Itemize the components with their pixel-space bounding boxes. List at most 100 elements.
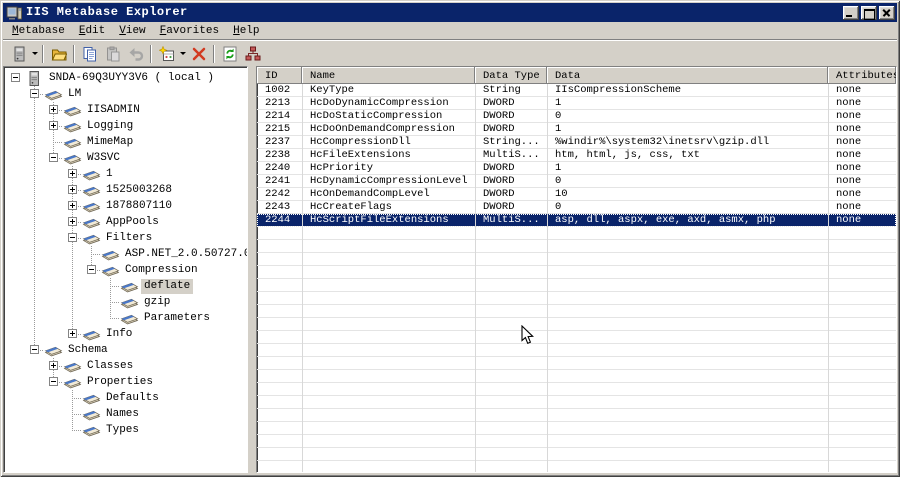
tree-guide [25,150,44,166]
tree-item-mimemap[interactable]: MimeMap [6,134,247,150]
table-row[interactable]: 2214 HcDoStaticCompression DWORD 0 none [257,110,896,123]
column-header-data-type[interactable]: Data Type [475,67,547,84]
tree-guide [25,214,44,230]
table-cell: 2215 [265,123,291,135]
table-cell: 2241 [265,175,291,187]
paste-button[interactable] [101,43,124,65]
panel-splitter[interactable] [248,66,256,473]
expander-minus-icon[interactable] [11,73,20,82]
tree-guide [6,390,25,406]
tree-guide [82,294,101,310]
column-header-name[interactable]: Name [302,67,475,84]
tree-item-logging[interactable]: Logging [6,118,247,134]
tree-item-asp-net-2-0-50727-0[interactable]: ASP.NET_2.0.50727.0 [6,246,247,262]
tree-guide [25,230,44,246]
tree-item-defaults[interactable]: Defaults [6,390,247,406]
undo-button[interactable] [124,43,147,65]
table-row[interactable]: 2238 HcFileExtensions MultiS... htm, html, … [257,149,896,162]
table-cell: asp, dll, aspx, exe, axd, asmx, php [555,214,776,226]
tree-connector [101,310,120,326]
tree-item-iisadmin[interactable]: IISADMIN [6,102,247,118]
column-header-data[interactable]: Data [547,67,828,84]
table-row[interactable]: 2243 HcCreateFlags DWORD 0 none [257,201,896,214]
tree-item-gzip[interactable]: gzip [6,294,247,310]
expander-minus-icon[interactable] [68,233,77,242]
column-header-attributes[interactable]: Attributes [828,67,896,84]
tree-guide [6,198,25,214]
tree-guide [25,134,44,150]
expander-plus-icon[interactable] [68,185,77,194]
menu-edit[interactable]: Edit [72,23,112,40]
expander-plus-icon[interactable] [68,201,77,210]
connect-button[interactable] [7,43,30,65]
tree-item-1[interactable]: 1 [6,166,247,182]
refresh-button[interactable] [218,43,241,65]
undo-icon [128,46,144,62]
new-key-button[interactable] [155,43,178,65]
expander-minus-icon[interactable] [87,265,96,274]
expander-minus-icon[interactable] [49,153,58,162]
table-cell: 10 [555,188,568,200]
tree-guide [25,422,44,438]
menu-metabase[interactable]: Metabase [5,23,72,40]
table-row[interactable]: 2213 HcDoDynamicCompression DWORD 1 none [257,97,896,110]
menu-help[interactable]: Help [226,23,266,40]
tree-item-types[interactable]: Types [6,422,247,438]
table-row[interactable]: 2241 HcDynamicCompressionLevel DWORD 0 none [257,175,896,188]
tree-item-apppools[interactable]: AppPools [6,214,247,230]
tree-guide [25,374,44,390]
expander-minus-icon[interactable] [30,89,39,98]
minimize-button[interactable] [843,5,859,20]
tree-item-classes[interactable]: Classes [6,358,247,374]
table-row[interactable]: 1002 KeyType String IIsCompressionScheme non… [257,84,896,97]
expander-plus-icon[interactable] [68,217,77,226]
copy-button[interactable] [78,43,101,65]
tree-item-compression[interactable]: Compression [6,262,247,278]
dropdown-caret[interactable] [30,43,39,65]
expander-plus-icon[interactable] [49,121,58,130]
expander-plus-icon[interactable] [49,105,58,114]
tree-view-button[interactable] [241,43,264,65]
table-row[interactable]: 2242 HcOnDemandCompLevel DWORD 10 none [257,188,896,201]
maximize-button[interactable] [861,5,877,20]
tree-item-1878807110[interactable]: 1878807110 [6,198,247,214]
column-header-id[interactable]: ID [257,67,302,84]
table-cell: 2238 [265,149,291,161]
table-cell: HcCompressionDll [310,136,411,148]
close-button[interactable] [879,5,895,20]
list-header: ID Name Data Type Data Attributes [257,67,896,84]
menu-view[interactable]: View [112,23,152,40]
tree-item-filters[interactable]: Filters [6,230,247,246]
tree-item-label: MimeMap [87,135,134,148]
tree-item-lm[interactable]: LM [6,86,247,102]
tree-item-properties[interactable]: Properties [6,374,247,390]
open-button[interactable] [47,43,70,65]
tree-guide [25,246,44,262]
tree-item-parameters[interactable]: Parameters [6,310,247,326]
tree-connector [63,390,82,406]
expander-plus-icon[interactable] [68,169,77,178]
delete-button[interactable] [187,43,210,65]
table-row[interactable]: 2215 HcDoOnDemandCompression DWORD 1 none [257,123,896,136]
tree-guide [6,294,25,310]
tree-item-info[interactable]: Info [6,326,247,342]
computer-icon [25,70,46,86]
tree-item-label: gzip [144,295,171,308]
tree-item-1525003268[interactable]: 1525003268 [6,182,247,198]
expander-minus-icon[interactable] [49,377,58,386]
expander-minus-icon[interactable] [30,345,39,354]
menu-favorites[interactable]: Favorites [153,23,226,40]
tree-item-label: Filters [106,231,153,244]
table-row[interactable]: 2240 HcPriority DWORD 1 none [257,162,896,175]
tree-item-snda-69q3uyy3v6-local[interactable]: SNDA-69Q3UYY3V6 ( local ) [6,70,247,86]
table-row[interactable]: 2237 HcCompressionDll String... %windir%\sy… [257,136,896,149]
expander-plus-icon[interactable] [68,329,77,338]
expander-plus-icon[interactable] [49,361,58,370]
tree-item-names[interactable]: Names [6,406,247,422]
tree-item-w3svc[interactable]: W3SVC [6,150,247,166]
dropdown-caret[interactable] [178,43,187,65]
tree-item-deflate[interactable]: deflate [6,278,247,294]
table-row[interactable]: 2244 HcScriptFileExtensions MultiS... asp, … [257,214,896,227]
tree-item-schema[interactable]: Schema [6,342,247,358]
table-cell: DWORD [483,175,515,187]
